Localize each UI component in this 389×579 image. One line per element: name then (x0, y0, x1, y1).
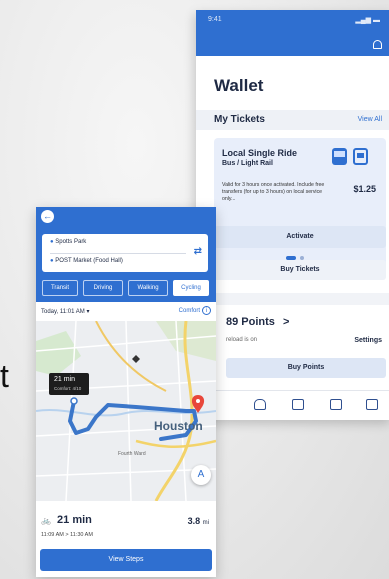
nav-map-icon[interactable] (330, 399, 342, 410)
ticket-price: $1.25 (353, 184, 376, 194)
ticket-type: Bus / Light Rail (222, 160, 273, 167)
distance-unit: mi (202, 520, 209, 526)
destination-pin-icon: ● (50, 258, 54, 264)
comfort-label[interactable]: Comfort (179, 308, 200, 314)
wallet-screen: 9:41 ▂▄▆ ▬ Wallet My Tickets View All Lo… (196, 10, 389, 420)
section-divider (196, 293, 389, 305)
swap-icon[interactable]: ⇄ (194, 246, 202, 257)
section-title: My Tickets (214, 114, 265, 125)
my-tickets-header: My Tickets View All (196, 110, 389, 130)
travel-mode-tabs: Transit Driving Walking Cycling (42, 280, 210, 296)
origin-field[interactable]: ● Spotts Park (50, 239, 86, 245)
departure-time-select[interactable]: Today, 11:01 AM ▾ (41, 308, 89, 315)
map-graphic (36, 321, 216, 501)
view-steps-button[interactable]: View Steps (40, 549, 212, 571)
origin-pin-icon: ● (50, 239, 54, 245)
bus-icon (332, 148, 347, 165)
activate-button[interactable]: Activate (214, 226, 386, 248)
duration-text: 21 min (57, 514, 92, 526)
trip-header: ← ● Spotts Park ● POST Market (Food Hall… (36, 207, 216, 302)
status-icons: ▂▄▆ ▬ (355, 17, 380, 24)
nav-wallet-icon[interactable] (292, 399, 304, 410)
time-range: 11:09 AM > 11:30 AM (41, 532, 93, 538)
map-city-label: Houston (154, 419, 203, 433)
bottom-nav (196, 390, 389, 420)
view-all-link[interactable]: View All (358, 116, 382, 123)
route-map[interactable]: 21 min Comfort: 4/10 Fourth Ward (36, 321, 216, 501)
trip-planner-screen: ← ● Spotts Park ● POST Market (Food Hall… (36, 207, 216, 577)
points-label: 89 Points (226, 316, 275, 328)
ticket-name: Local Single Ride (222, 148, 298, 158)
tab-cycling[interactable]: Cycling (173, 280, 209, 296)
page-title: Wallet (214, 76, 264, 95)
chevron-right-icon: > (282, 316, 290, 328)
nav-add-icon[interactable] (366, 399, 378, 410)
light-rail-icon (353, 148, 368, 165)
status-time: 9:41 (208, 16, 222, 23)
route-inputs: ● Spotts Park ● POST Market (Food Hall) … (42, 234, 208, 272)
map-label-fourth-ward: Fourth Ward (118, 451, 146, 457)
bell-icon[interactable] (373, 40, 382, 49)
bubble-duration: 21 min (54, 376, 76, 383)
navigation-icon[interactable]: A (191, 465, 211, 485)
info-icon[interactable]: i (202, 306, 211, 315)
nav-transit-icon[interactable] (254, 399, 266, 410)
tab-transit[interactable]: Transit (42, 280, 78, 296)
wallet-header: 9:41 ▂▄▆ ▬ (196, 10, 389, 56)
ticket-description: Valid for 3 hours once activated. Includ… (222, 182, 325, 202)
bike-icon: 🚲 (41, 516, 51, 525)
bubble-comfort: Comfort: 4/10 (54, 386, 82, 391)
points-balance[interactable]: 89 Points > (226, 316, 289, 328)
input-divider (50, 253, 186, 254)
route-summary: 🚲 21 min 3.8 mi 11:09 AM > 11:30 AM View… (36, 505, 216, 577)
auto-reload-status: reload is on (226, 337, 258, 343)
destination-text: POST Market (Food Hall) (55, 258, 123, 264)
background-text-fragment: t (0, 358, 9, 394)
route-duration: 🚲 21 min (41, 514, 92, 526)
buy-tickets-button[interactable]: Buy Tickets (214, 260, 386, 280)
origin-text: Spotts Park (55, 239, 87, 245)
tab-driving[interactable]: Driving (83, 280, 123, 296)
points-settings-link[interactable]: Settings (354, 337, 382, 344)
route-distance: 3.8 mi (188, 516, 209, 526)
destination-field[interactable]: ● POST Market (Food Hall) (50, 258, 123, 264)
ticket-card[interactable]: Local Single Ride Bus / Light Rail Valid… (214, 138, 386, 278)
back-icon[interactable]: ← (41, 210, 54, 223)
tab-walking[interactable]: Walking (128, 280, 168, 296)
distance-value: 3.8 (187, 516, 201, 526)
route-time-bubble: 21 min Comfort: 4/10 (49, 373, 89, 395)
buy-points-button[interactable]: Buy Points (226, 358, 386, 378)
